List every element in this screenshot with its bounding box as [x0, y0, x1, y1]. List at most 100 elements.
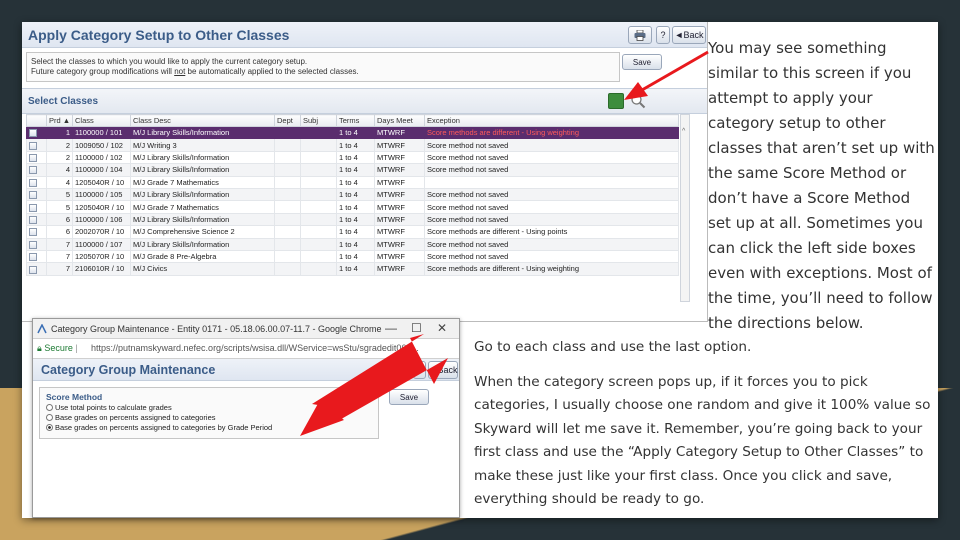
help-button[interactable]: ?: [656, 26, 670, 44]
cell-exception: Score methods are different - Using weig…: [424, 125, 679, 140]
column-header-prd[interactable]: Prd ▲: [46, 114, 73, 127]
instructions-line-1: Select the classes to which you would li…: [31, 57, 308, 66]
scroll-up-icon[interactable]: ^: [682, 128, 685, 135]
score-option-total-points[interactable]: Use total points to calculate grades: [46, 403, 172, 412]
row-checkbox[interactable]: [26, 237, 47, 251]
checkbox[interactable]: [29, 129, 37, 138]
cell-exception: Score method not saved: [424, 200, 679, 214]
save-button[interactable]: Save: [389, 389, 429, 405]
checkbox[interactable]: [29, 191, 37, 200]
cell-exception: Score method not saved: [424, 150, 679, 165]
column-header-exception[interactable]: Exception: [424, 114, 679, 127]
radio-button[interactable]: [46, 414, 53, 421]
table-row[interactable]: 7 2106010R / 10 M/J Civics 1 to 4 MTWRF Score…: [26, 262, 679, 276]
table-row[interactable]: 1 1100000 / 101 M/J Library Skills/Informa…: [26, 125, 679, 140]
radio-button[interactable]: [46, 424, 53, 431]
help-button[interactable]: ?: [413, 361, 426, 379]
cell-terms: 1 to 4: [336, 175, 375, 189]
checkbox[interactable]: [29, 240, 37, 249]
score-option-percents[interactable]: Base grades on percents assigned to cate…: [46, 413, 216, 422]
row-checkbox[interactable]: [26, 150, 47, 165]
cell-days-meet: MTWRF: [374, 150, 425, 165]
cell-exception: Score method not saved: [424, 237, 679, 251]
print-button[interactable]: [628, 26, 652, 44]
cell-days-meet: MTWRF: [374, 249, 425, 264]
checkbox[interactable]: [29, 228, 37, 237]
checkbox[interactable]: [29, 141, 37, 150]
cell-exception: Score methods are different - Using weig…: [424, 262, 679, 276]
cell-exception: Score method not saved: [424, 163, 679, 177]
cell-days-meet: MTWRF: [374, 175, 425, 189]
cell-class: 2106010R / 10: [72, 262, 131, 276]
cell-class: 1100000 / 107: [72, 237, 131, 251]
table-row[interactable]: 4 1205040R / 10 M/J Grade 7 Mathematics 1 t…: [26, 175, 679, 189]
table-row[interactable]: 5 1100000 / 105 M/J Library Skills/Informa…: [26, 187, 679, 202]
cell-terms: 1 to 4: [336, 187, 375, 202]
row-checkbox[interactable]: [26, 262, 47, 276]
column-header-terms[interactable]: Terms: [336, 114, 375, 127]
address-bar[interactable]: 🔒︎ Secure | https://putnamskyward.nefec.…: [33, 339, 459, 359]
cell-dept: [274, 150, 301, 165]
cell-terms: 1 to 4: [336, 125, 375, 140]
table-row[interactable]: 6 1100000 / 106 M/J Library Skills/Informa…: [26, 212, 679, 227]
table-row[interactable]: 7 1205070R / 10 M/J Grade 8 Pre-Algebra 1 t…: [26, 249, 679, 264]
cell-subj: [300, 163, 337, 177]
checkbox[interactable]: [29, 153, 37, 162]
checkbox[interactable]: [29, 265, 37, 274]
column-header-dept[interactable]: Dept: [274, 114, 301, 127]
column-header-days-meet[interactable]: Days Meet: [374, 114, 425, 127]
cell-subj: [300, 187, 337, 202]
row-checkbox[interactable]: [26, 163, 47, 177]
checkbox[interactable]: [29, 253, 37, 262]
row-checkbox[interactable]: [26, 125, 47, 140]
apply-category-screenshot: Apply Category Setup to Other Classes ? …: [22, 22, 708, 322]
maximize-button[interactable]: ☐: [411, 321, 422, 335]
row-checkbox[interactable]: [26, 175, 47, 189]
checkbox[interactable]: [29, 203, 37, 212]
score-method-label: Score Method: [46, 392, 103, 402]
minimize-button[interactable]: —: [385, 321, 397, 335]
directions-paragraph-2: When the category screen pops up, if it …: [474, 373, 931, 508]
zoom-icon[interactable]: [630, 93, 646, 109]
cell-class-desc: M/J Grade 7 Mathematics: [130, 175, 275, 189]
column-header-class-desc[interactable]: Class Desc: [130, 114, 275, 127]
checkbox[interactable]: [29, 166, 37, 175]
checkbox[interactable]: [29, 215, 37, 224]
checkbox[interactable]: [29, 178, 37, 187]
back-button[interactable]: ◄Back: [428, 361, 458, 379]
row-checkbox[interactable]: [26, 187, 47, 202]
url-text[interactable]: https://putnamskyward.nefec.org/scripts/…: [91, 343, 419, 353]
export-excel-icon[interactable]: [608, 93, 624, 109]
table-row[interactable]: 2 1100000 / 102 M/J Library Skills/Informa…: [26, 150, 679, 165]
cell-exception: Score methods are different - Using poin…: [424, 225, 679, 239]
row-checkbox[interactable]: [26, 249, 47, 264]
score-option-percents-by-grade-period[interactable]: Base grades on percents assigned to cate…: [46, 423, 272, 432]
cell-prd: 6: [46, 212, 73, 227]
table-row[interactable]: 6 2002070R / 10 M/J Comprehensive Science …: [26, 225, 679, 239]
cell-prd: 7: [46, 262, 73, 276]
row-checkbox[interactable]: [26, 212, 47, 227]
row-checkbox[interactable]: [26, 138, 47, 152]
print-button[interactable]: [387, 361, 409, 379]
column-header-class[interactable]: Class: [72, 114, 131, 127]
table-row[interactable]: 5 1205040R / 10 M/J Grade 7 Mathematics 1 t…: [26, 200, 679, 214]
close-button[interactable]: ✕: [437, 321, 447, 335]
radio-button[interactable]: [46, 404, 53, 411]
table-row[interactable]: 7 1100000 / 107 M/J Library Skills/Informa…: [26, 237, 679, 251]
back-button[interactable]: ◄Back: [672, 26, 706, 44]
cell-subj: [300, 150, 337, 165]
instructions-box: Select the classes to which you would li…: [26, 52, 620, 82]
cell-exception: Score method not saved: [424, 212, 679, 227]
table-scrollbar[interactable]: ^: [680, 114, 690, 302]
printer-icon: [634, 29, 646, 41]
column-header-subj[interactable]: Subj: [300, 114, 337, 127]
save-button[interactable]: Save: [622, 54, 662, 70]
cell-class: 1205040R / 10: [72, 200, 131, 214]
cell-class-desc: M/J Library Skills/Information: [130, 187, 275, 202]
cell-class: 1100000 / 105: [72, 187, 131, 202]
row-checkbox[interactable]: [26, 225, 47, 239]
table-row[interactable]: 4 1100000 / 104 M/J Library Skills/Informa…: [26, 163, 679, 177]
table-row[interactable]: 2 1009050 / 102 M/J Writing 3 1 to 4 MTWRF Sc…: [26, 138, 679, 152]
row-checkbox[interactable]: [26, 200, 47, 214]
cell-subj: [300, 225, 337, 239]
